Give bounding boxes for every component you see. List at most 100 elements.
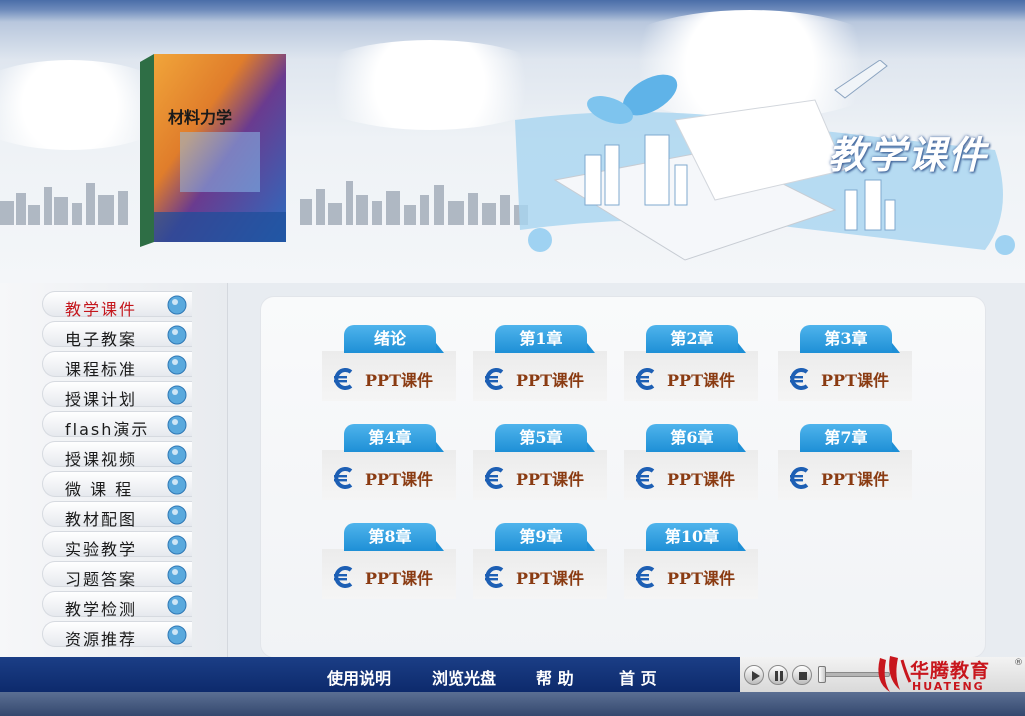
ppt-courseware-link[interactable]: PPT课件	[634, 466, 735, 490]
sidebar-item-9[interactable]: 实验教学	[42, 531, 192, 559]
chapter-title-tab: 第3章	[800, 325, 900, 353]
chapter-title-tab: 第9章	[495, 523, 595, 551]
picture-icon	[167, 505, 187, 525]
news-icon	[167, 355, 187, 375]
huateng-logo-mark-icon	[878, 656, 912, 692]
ppt-link-label: PPT课件	[821, 371, 889, 390]
sidebar-item-label: 教学检测	[65, 600, 138, 619]
euro-icon	[334, 566, 353, 588]
sidebar-item-4[interactable]: 授课计划	[42, 381, 192, 409]
sidebar-item-6[interactable]: 授课视频	[42, 441, 192, 469]
pause-button[interactable]	[768, 665, 788, 685]
logo-text-cn: 华腾教育	[910, 660, 991, 682]
home-link[interactable]: 首 页	[619, 665, 657, 689]
sidebar-item-label: 课程标准	[65, 360, 138, 379]
help-link[interactable]: 帮 助	[536, 665, 574, 689]
ppt-courseware-link[interactable]: PPT课件	[483, 466, 584, 490]
sidebar-item-3[interactable]: 课程标准	[42, 351, 192, 379]
ppt-link-label: PPT课件	[516, 470, 584, 489]
sidebar-item-2[interactable]: 电子教案	[42, 321, 192, 349]
volume-slider-handle[interactable]	[818, 666, 826, 683]
sidebar-item-5[interactable]: flash演示	[42, 411, 192, 439]
chapter-card: 第3章 PPT课件	[778, 325, 912, 405]
chapter-title-tab: 第4章	[344, 424, 444, 452]
euro-icon	[790, 467, 809, 489]
pause-icon	[775, 671, 783, 681]
play-icon	[752, 671, 760, 681]
chapter-card: 第2章 PPT课件	[624, 325, 758, 405]
chapter-title-tab: 第10章	[646, 523, 746, 551]
ppt-link-label: PPT课件	[667, 371, 735, 390]
sidebar-item-label: 资源推荐	[65, 630, 138, 649]
open-book-icon	[167, 595, 187, 615]
ppt-link-label: PPT课件	[667, 470, 735, 489]
chapter-title-tab: 第2章	[646, 325, 746, 353]
ppt-link-label: PPT课件	[516, 371, 584, 390]
sidebar-item-12[interactable]: 资源推荐	[42, 621, 192, 649]
sidebar-item-1[interactable]: 教学课件	[42, 291, 192, 319]
euro-icon	[636, 467, 655, 489]
euro-icon	[636, 566, 655, 588]
ppt-link-label: PPT课件	[516, 569, 584, 588]
ppt-courseware-link[interactable]: PPT课件	[332, 565, 433, 589]
euro-icon	[485, 467, 504, 489]
registered-mark: ®	[1014, 658, 1023, 668]
header-banner: 材料力学 教学课件	[0, 0, 1025, 283]
chapter-card: 第6章 PPT课件	[624, 424, 758, 504]
banner-title: 教学课件	[828, 132, 989, 177]
chapter-title-tab: 绪论	[344, 325, 444, 353]
clapperboard-icon	[167, 445, 187, 465]
ppt-courseware-link[interactable]: PPT课件	[788, 466, 889, 490]
ppt-link-label: PPT课件	[365, 470, 433, 489]
ie-icon	[167, 565, 187, 585]
stop-button[interactable]	[792, 665, 812, 685]
ppt-courseware-link[interactable]: PPT课件	[483, 367, 584, 391]
sidebar-item-11[interactable]: 教学检测	[42, 591, 192, 619]
chapter-card: 第7章 PPT课件	[778, 424, 912, 504]
logo-text-en: HUATENG	[912, 680, 985, 693]
euro-icon	[334, 368, 353, 390]
sidebar-item-label: 微 课 程	[65, 480, 134, 499]
euro-icon	[790, 368, 809, 390]
sidebar-item-label: 实验教学	[65, 540, 138, 559]
chapter-title-tab: 第8章	[344, 523, 444, 551]
sidebar-item-label: flash演示	[65, 420, 150, 439]
sidebar-item-7[interactable]: 微 课 程	[42, 471, 192, 499]
sidebar-item-10[interactable]: 习题答案	[42, 561, 192, 589]
euro-icon	[334, 467, 353, 489]
sidebar-item-label: 教学课件	[65, 300, 138, 319]
chapter-card: 第9章 PPT课件	[473, 523, 607, 603]
ppt-link-label: PPT课件	[365, 371, 433, 390]
ppt-courseware-link[interactable]: PPT课件	[332, 367, 433, 391]
chapter-card: 第10章 PPT课件	[624, 523, 758, 603]
stop-icon	[799, 672, 807, 680]
euro-icon	[485, 566, 504, 588]
chart-icon	[167, 625, 187, 645]
chapter-card: 第8章 PPT课件	[322, 523, 456, 603]
ppt-courseware-link[interactable]: PPT课件	[634, 367, 735, 391]
sidebar-item-label: 授课计划	[65, 390, 138, 409]
info-icon	[167, 325, 187, 345]
magnifier-icon	[167, 415, 187, 435]
play-button[interactable]	[744, 665, 764, 685]
sidebar-item-label: 习题答案	[65, 570, 138, 589]
chapter-card: 绪论 PPT课件	[322, 325, 456, 405]
projector-icon	[167, 295, 187, 315]
ppt-courseware-link[interactable]: PPT课件	[788, 367, 889, 391]
sidebar-item-8[interactable]: 教材配图	[42, 501, 192, 529]
sidebar-item-label: 电子教案	[65, 330, 138, 349]
help-guide-link[interactable]: 使用说明	[327, 665, 391, 689]
envelope-icon	[167, 535, 187, 555]
globe-icon	[167, 385, 187, 405]
chapter-card: 第5章 PPT课件	[473, 424, 607, 504]
sidebar-item-label: 授课视频	[65, 450, 138, 469]
euro-icon	[636, 368, 655, 390]
ppt-courseware-link[interactable]: PPT课件	[483, 565, 584, 589]
euro-icon	[485, 368, 504, 390]
ppt-courseware-link[interactable]: PPT课件	[332, 466, 433, 490]
chapter-card: 第4章 PPT课件	[322, 424, 456, 504]
textbook-cover-illustration	[140, 54, 286, 247]
chapter-title-tab: 第7章	[800, 424, 900, 452]
browse-disc-link[interactable]: 浏览光盘	[432, 665, 496, 689]
ppt-courseware-link[interactable]: PPT课件	[634, 565, 735, 589]
